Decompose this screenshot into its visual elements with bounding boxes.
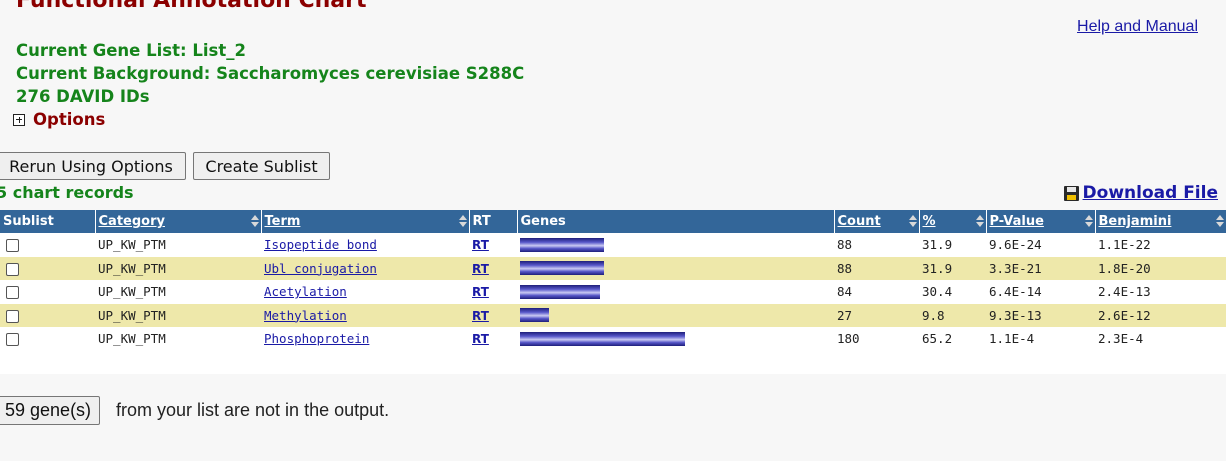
create-sublist-button[interactable]: Create Sublist <box>193 152 330 180</box>
category-cell: UP_KW_PTM <box>95 256 261 280</box>
col-count-label[interactable]: Count <box>838 214 881 229</box>
current-background: Current Background: Saccharomyces cerevi… <box>16 64 525 83</box>
category-cell: UP_KW_PTM <box>95 327 261 351</box>
annotation-chart-table: Sublist Category Term RT Genes Count % P… <box>0 210 1226 374</box>
table-row: UP_KW_PTM Acetylation RT 84 30.4 6.4E-14… <box>0 280 1226 304</box>
genes-bar[interactable] <box>520 284 600 299</box>
options-toggle[interactable]: Options <box>13 110 105 129</box>
sort-icon[interactable] <box>1216 215 1224 228</box>
rt-link[interactable]: RT <box>472 309 489 323</box>
col-benjamini[interactable]: Benjamini <box>1094 210 1226 233</box>
col-term[interactable]: Term <box>260 210 469 233</box>
table-header-row: Sublist Category Term RT Genes Count % P… <box>0 210 1226 233</box>
sort-icon[interactable] <box>1084 215 1093 228</box>
genes-bar[interactable] <box>520 308 549 323</box>
row-checkbox[interactable] <box>6 286 19 300</box>
term-link[interactable]: Isopeptide bond <box>264 237 377 252</box>
col-sublist-label: Sublist <box>3 214 54 229</box>
sort-icon[interactable] <box>250 215 259 228</box>
pvalue-cell: 9.6E-24 <box>986 233 1095 257</box>
download-file-label[interactable]: Download File <box>1083 183 1218 203</box>
col-sublist: Sublist <box>0 210 95 233</box>
benjamini-cell: 2.4E-13 <box>1095 280 1226 304</box>
genes-bar[interactable] <box>520 331 685 346</box>
col-percent[interactable]: % <box>918 210 986 233</box>
rt-link[interactable]: RT <box>472 238 489 252</box>
count-cell: 88 <box>834 256 919 280</box>
col-genes: Genes <box>516 210 834 233</box>
percent-cell: 9.8 <box>919 303 986 327</box>
david-ids-count: 276 DAVID IDs <box>16 87 150 106</box>
table-row: UP_KW_PTM Methylation RT 27 9.8 9.3E-13 … <box>0 303 1226 327</box>
sort-icon[interactable] <box>458 215 467 228</box>
table-spacer-row <box>0 350 1226 374</box>
category-cell: UP_KW_PTM <box>95 233 261 257</box>
term-link[interactable]: Methylation <box>264 308 347 323</box>
pvalue-cell: 9.3E-13 <box>986 303 1095 327</box>
col-count[interactable]: Count <box>833 210 919 233</box>
col-category-label[interactable]: Category <box>99 214 165 229</box>
col-category[interactable]: Category <box>94 210 261 233</box>
options-label[interactable]: Options <box>33 110 105 129</box>
not-in-output-text: from your list are not in the output. <box>116 400 390 420</box>
row-checkbox[interactable] <box>6 309 19 323</box>
chart-records-count: 5 chart records <box>0 183 134 202</box>
col-rt: RT <box>468 210 517 233</box>
count-cell: 27 <box>834 303 919 327</box>
col-percent-label[interactable]: % <box>923 214 936 229</box>
benjamini-cell: 1.1E-22 <box>1095 233 1226 257</box>
col-term-label[interactable]: Term <box>265 214 301 229</box>
genes-bar[interactable] <box>520 261 604 276</box>
row-checkbox[interactable] <box>6 262 19 276</box>
current-gene-list: Current Gene List: List_2 <box>16 41 246 60</box>
percent-cell: 30.4 <box>919 280 986 304</box>
rt-link[interactable]: RT <box>472 285 489 299</box>
page-title: Functional Annotation Chart <box>16 0 367 13</box>
benjamini-cell: 1.8E-20 <box>1095 256 1226 280</box>
download-file-link[interactable]: Download File <box>1063 183 1218 203</box>
term-link[interactable]: Ubl conjugation <box>264 261 377 276</box>
percent-cell: 31.9 <box>919 256 986 280</box>
pvalue-cell: 3.3E-21 <box>986 256 1095 280</box>
row-checkbox[interactable] <box>6 239 19 253</box>
col-rt-label: RT <box>472 214 491 229</box>
row-checkbox[interactable] <box>6 333 19 347</box>
benjamini-cell: 2.3E-4 <box>1095 327 1226 351</box>
sort-icon[interactable] <box>975 215 984 228</box>
rerun-using-options-button[interactable]: Rerun Using Options <box>0 152 186 180</box>
table-row: UP_KW_PTM Phosphoprotein RT 180 65.2 1.1… <box>0 327 1226 351</box>
count-cell: 84 <box>834 280 919 304</box>
percent-cell: 65.2 <box>919 327 986 351</box>
col-pvalue-label[interactable]: P-Value <box>990 214 1044 229</box>
count-cell: 180 <box>834 327 919 351</box>
percent-cell: 31.9 <box>919 233 986 257</box>
category-cell: UP_KW_PTM <box>95 280 261 304</box>
col-benjamini-label[interactable]: Benjamini <box>1099 214 1172 229</box>
benjamini-cell: 2.6E-12 <box>1095 303 1226 327</box>
table-row: UP_KW_PTM Isopeptide bond RT 88 31.9 9.6… <box>0 233 1226 257</box>
rt-link[interactable]: RT <box>472 332 489 346</box>
table-row: UP_KW_PTM Ubl conjugation RT 88 31.9 3.3… <box>0 256 1226 280</box>
pvalue-cell: 1.1E-4 <box>986 327 1095 351</box>
help-and-manual-link[interactable]: Help and Manual <box>1077 18 1198 36</box>
genes-bar[interactable] <box>520 237 604 252</box>
col-genes-label: Genes <box>520 214 566 229</box>
col-pvalue[interactable]: P-Value <box>985 210 1095 233</box>
expand-plus-icon[interactable] <box>13 113 25 126</box>
genes-not-in-output-button[interactable]: 59 gene(s) <box>0 396 101 425</box>
floppy-disk-icon <box>1063 185 1079 201</box>
pvalue-cell: 6.4E-14 <box>986 280 1095 304</box>
term-link[interactable]: Phosphoprotein <box>264 331 369 346</box>
sort-icon[interactable] <box>908 215 917 228</box>
category-cell: UP_KW_PTM <box>95 303 261 327</box>
term-link[interactable]: Acetylation <box>264 284 347 299</box>
rt-link[interactable]: RT <box>472 262 489 276</box>
count-cell: 88 <box>834 233 919 257</box>
